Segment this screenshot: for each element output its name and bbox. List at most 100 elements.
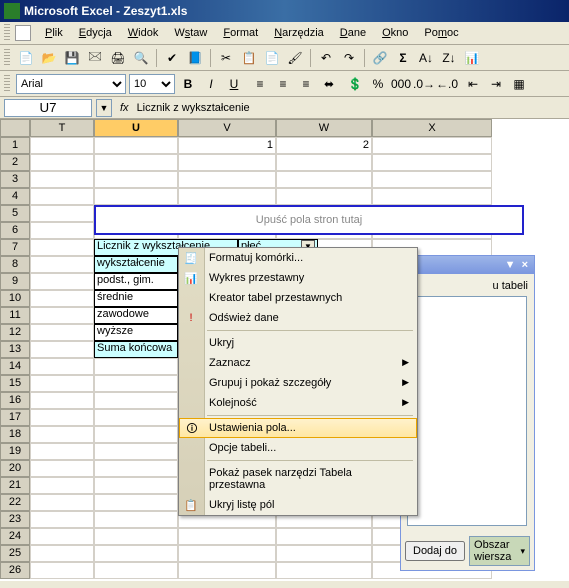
cell[interactable] <box>94 188 178 205</box>
cell[interactable] <box>94 392 178 409</box>
cell[interactable] <box>372 154 492 171</box>
row-header[interactable]: 11 <box>0 307 30 324</box>
cell[interactable] <box>94 426 178 443</box>
name-dropdown[interactable]: ▼ <box>96 99 112 117</box>
select-all-corner[interactable] <box>0 119 30 137</box>
cell[interactable] <box>94 409 178 426</box>
dec-indent-icon[interactable]: ⇤ <box>463 74 483 94</box>
menu-format[interactable]: Format <box>215 25 266 41</box>
percent-icon[interactable]: % <box>368 74 388 94</box>
row-header[interactable]: 25 <box>0 545 30 562</box>
cell[interactable] <box>94 375 178 392</box>
underline-button[interactable]: U <box>224 74 244 94</box>
row-header[interactable]: 8 <box>0 256 30 273</box>
menu-dane[interactable]: Dane <box>332 25 374 41</box>
cell[interactable] <box>178 562 276 579</box>
cell[interactable] <box>372 188 492 205</box>
row-header[interactable]: 6 <box>0 222 30 239</box>
cell[interactable] <box>30 511 94 528</box>
redo-icon[interactable]: ↷ <box>339 48 359 68</box>
cell[interactable] <box>30 154 94 171</box>
close-icon[interactable]: × <box>522 259 528 271</box>
cell[interactable] <box>30 205 94 222</box>
mi-table-options[interactable]: Opcje tabeli... <box>179 438 417 458</box>
cell[interactable] <box>30 188 94 205</box>
cell[interactable] <box>276 154 372 171</box>
table-row[interactable]: podst., gim. <box>94 273 178 290</box>
cell[interactable] <box>30 460 94 477</box>
research-icon[interactable]: 📘 <box>185 48 205 68</box>
menu-plik[interactable]: Plik <box>37 25 71 41</box>
open-icon[interactable]: 📂 <box>39 48 59 68</box>
cell[interactable] <box>178 188 276 205</box>
cell[interactable] <box>276 545 372 562</box>
cell[interactable] <box>30 426 94 443</box>
mi-pivot-wizard[interactable]: Kreator tabel przestawnych <box>179 288 417 308</box>
print-icon[interactable]: 🖨 <box>108 48 128 68</box>
cell[interactable] <box>94 443 178 460</box>
col-W[interactable]: W <box>276 119 372 137</box>
cell[interactable]: 1 <box>178 137 276 154</box>
row-header[interactable]: 26 <box>0 562 30 579</box>
cell[interactable] <box>372 137 492 154</box>
size-combo[interactable]: 10 <box>129 74 175 94</box>
field-list-box[interactable] <box>407 296 527 526</box>
row-header[interactable]: 18 <box>0 426 30 443</box>
table-row[interactable]: zawodowe <box>94 307 178 324</box>
sort-desc-icon[interactable]: Z↓ <box>439 48 459 68</box>
fx-label[interactable]: fx <box>120 102 129 114</box>
row-header[interactable]: 9 <box>0 273 30 290</box>
cell[interactable] <box>94 494 178 511</box>
sort-asc-icon[interactable]: A↓ <box>416 48 436 68</box>
row-header[interactable]: 12 <box>0 324 30 341</box>
format-grip[interactable] <box>4 75 10 93</box>
mi-select[interactable]: Zaznacz▶ <box>179 353 417 373</box>
area-combo[interactable]: Obszar wiersza ▾ <box>469 536 530 566</box>
cell[interactable] <box>276 562 372 579</box>
row-header[interactable]: 14 <box>0 358 30 375</box>
row-header[interactable]: 7 <box>0 239 30 256</box>
row-header[interactable]: 17 <box>0 409 30 426</box>
col-V[interactable]: V <box>178 119 276 137</box>
cell[interactable] <box>276 528 372 545</box>
pivot-grand-total-label[interactable]: Suma końcowa <box>94 341 178 358</box>
row-header[interactable]: 15 <box>0 375 30 392</box>
doc-icon[interactable] <box>15 25 31 41</box>
borders-icon[interactable]: ▦ <box>509 74 529 94</box>
cell[interactable] <box>30 477 94 494</box>
cell[interactable] <box>94 358 178 375</box>
cell[interactable] <box>30 171 94 188</box>
cell[interactable] <box>30 256 94 273</box>
cell[interactable] <box>30 324 94 341</box>
cell[interactable] <box>94 528 178 545</box>
row-header[interactable]: 21 <box>0 477 30 494</box>
bold-button[interactable]: B <box>178 74 198 94</box>
table-row[interactable]: wyższe <box>94 324 178 341</box>
cell[interactable] <box>30 528 94 545</box>
mi-format-cells[interactable]: 🧾Formatuj komórki... <box>179 248 417 268</box>
col-U[interactable]: U <box>94 119 178 137</box>
row-header[interactable]: 22 <box>0 494 30 511</box>
menu-wstaw[interactable]: Wstaw <box>166 25 215 41</box>
row-header[interactable]: 16 <box>0 392 30 409</box>
menu-grip[interactable] <box>4 24 10 42</box>
name-box[interactable] <box>4 99 92 117</box>
cell[interactable] <box>30 358 94 375</box>
cell[interactable] <box>30 392 94 409</box>
cell[interactable] <box>276 171 372 188</box>
row-header[interactable]: 20 <box>0 460 30 477</box>
add-to-button[interactable]: Dodaj do <box>405 541 465 561</box>
mi-show-toolbar[interactable]: Pokaż pasek narzędzi Tabela przestawna <box>179 463 417 495</box>
save-icon[interactable]: 💾 <box>62 48 82 68</box>
mi-field-settings[interactable]: 🛈Ustawienia pola... <box>179 418 417 438</box>
row-header[interactable]: 4 <box>0 188 30 205</box>
pivot-field-list[interactable]: ▼ × u tabeli Dodaj do Obszar wiersza ▾ <box>400 255 535 571</box>
menu-edycja[interactable]: Edycja <box>71 25 120 41</box>
cell[interactable] <box>30 273 94 290</box>
pivot-page-dropzone[interactable]: Upuść pola stron tutaj <box>94 205 524 235</box>
cut-icon[interactable]: ✂ <box>216 48 236 68</box>
mi-hide-fieldlist[interactable]: 📋Ukryj listę pól <box>179 495 417 515</box>
undo-icon[interactable]: ↶ <box>316 48 336 68</box>
currency-icon[interactable]: 💲 <box>345 74 365 94</box>
cell[interactable] <box>94 460 178 477</box>
